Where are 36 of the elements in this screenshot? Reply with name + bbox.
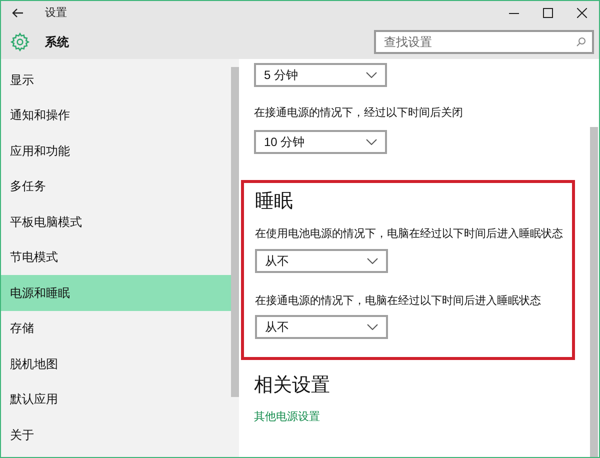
close-icon [577, 8, 587, 18]
search-icon [576, 37, 586, 47]
section-heading: 睡眠 [255, 190, 294, 214]
sidebar-item[interactable]: 应用和功能 [1, 133, 231, 168]
window-title: 设置 [45, 6, 67, 21]
sidebar-item[interactable]: 平板电脑模式 [1, 204, 231, 240]
chevron-down-icon [366, 138, 377, 144]
maximize-icon [543, 8, 553, 18]
dropdown[interactable]: 10 分钟 [254, 130, 387, 154]
minimize-icon [509, 12, 519, 14]
sidebar-item[interactable]: 通知和操作 [1, 98, 231, 133]
chevron-down-icon [366, 72, 377, 78]
setting-label: 在接通电源的情况下，经过以下时间后关闭 [254, 106, 464, 121]
sidebar-item[interactable]: 关于 [1, 417, 231, 452]
sidebar-item[interactable]: 存储 [1, 310, 231, 346]
setting-label: 在使用电池电源的情况下，电脑在经过以下时间后进入睡眠状态 [255, 226, 564, 242]
search-field[interactable]: 查找设置 [374, 30, 594, 54]
sidebar-item[interactable]: 显示 [1, 62, 231, 98]
sidebar-item[interactable]: 脱机地图 [1, 346, 231, 382]
setting-label: 在接通电源的情况下，电脑在经过以下时间后进入睡眠状态 [255, 294, 542, 308]
page-title: 系统 [45, 34, 69, 51]
section-heading: 相关设置 [254, 374, 331, 398]
scrollbar-thumb[interactable] [590, 127, 598, 457]
sidebar-item[interactable]: 节电模式 [1, 240, 231, 275]
chevron-down-icon [367, 324, 378, 330]
gear-icon [10, 32, 30, 52]
sidebar-item[interactable]: 默认应用 [1, 382, 231, 417]
dropdown[interactable]: 5 分钟 [254, 63, 387, 87]
sidebar-item[interactable]: 多任务 [1, 168, 231, 204]
back-arrow-icon [12, 8, 24, 18]
scrollbar-thumb[interactable] [231, 67, 239, 397]
dropdown[interactable]: 从不 [255, 248, 388, 272]
chevron-down-icon [367, 258, 378, 264]
sidebar-item[interactable]: 电源和睡眠 [1, 275, 231, 310]
dropdown[interactable]: 从不 [255, 315, 388, 339]
power-settings-link[interactable]: 其他电源设置 [254, 408, 590, 425]
